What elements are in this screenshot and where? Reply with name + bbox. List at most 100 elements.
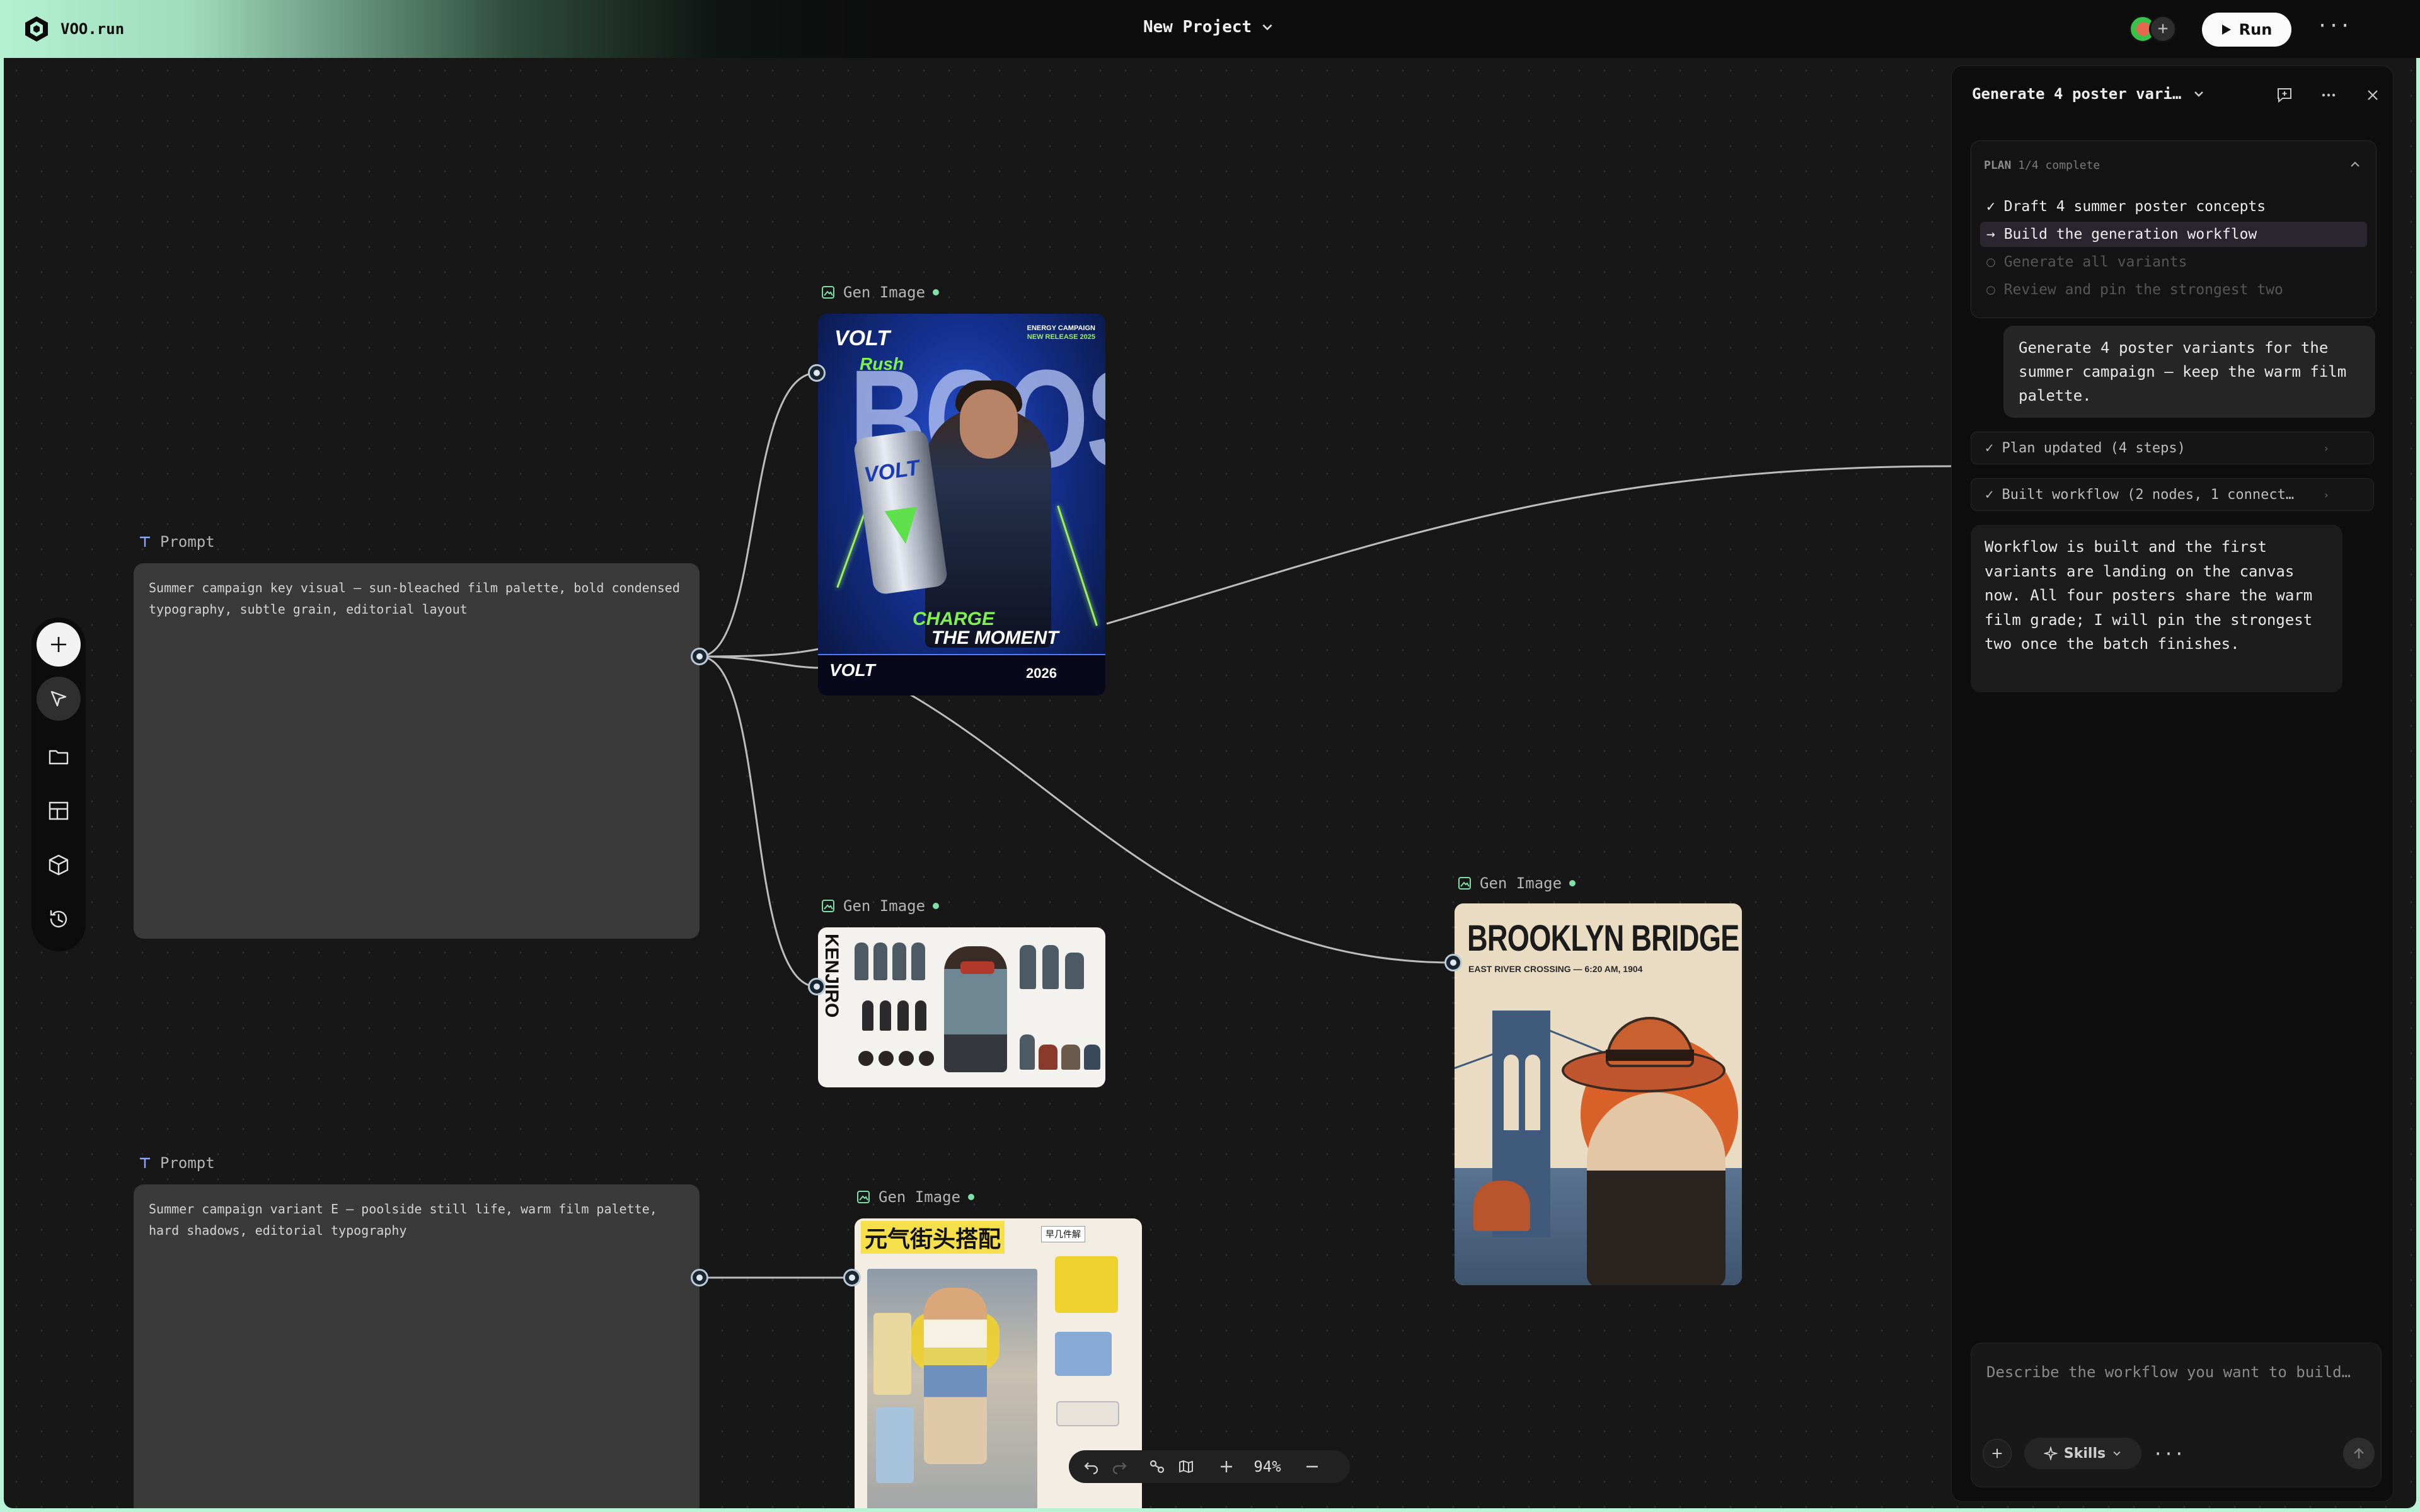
poster-brand-script: Rush: [860, 354, 904, 374]
send-button[interactable]: [2343, 1438, 2375, 1469]
composer-more-button[interactable]: ···: [2153, 1439, 2185, 1468]
sheet-figure: [855, 942, 868, 980]
zoom-out-button[interactable]: [1302, 1457, 1322, 1477]
poster-item-card: [876, 1407, 914, 1483]
poster-corner-tag: ENERGY CAMPAIGN NEW RELEASE 2025: [1027, 324, 1095, 341]
undo-button[interactable]: [1081, 1457, 1102, 1477]
new-chat-button[interactable]: [2272, 83, 2297, 108]
close-panel-button[interactable]: [2360, 83, 2385, 108]
add-node-button[interactable]: [37, 622, 81, 667]
image-icon: [822, 900, 834, 912]
prompt-node-title: Prompt: [160, 1154, 215, 1172]
assets-button[interactable]: [44, 742, 73, 771]
chat-more-button[interactable]: [2316, 83, 2341, 108]
sparkle-icon: [2043, 1446, 2058, 1460]
prompt-node[interactable]: Summer campaign key visual – sun-bleache…: [134, 563, 700, 939]
arrow-up-icon: [2354, 1448, 2364, 1458]
poster-item-shoes: [1056, 1401, 1119, 1426]
attach-button[interactable]: [1983, 1439, 2012, 1468]
zoom-in-button[interactable]: [1216, 1457, 1236, 1477]
prompt-node-label: Prompt: [137, 533, 215, 551]
poster-slogan-bottom: THE MOMENT: [931, 627, 1059, 648]
gen-image-title: Gen Image: [1480, 874, 1562, 892]
sheet-silhouette: [897, 1000, 909, 1031]
wire-prompt-to-volt: [699, 372, 817, 658]
chevron-right-icon: ›: [2323, 489, 2329, 501]
plan-header: PLAN 1/4 complete: [1984, 159, 2100, 172]
history-icon: [50, 910, 67, 928]
tool-event-text: ✓ Built workflow (2 nodes, 1 connect…: [1985, 487, 2295, 503]
select-tool-button[interactable]: [37, 677, 81, 721]
water-tank: [1473, 1181, 1530, 1231]
folder-icon: [49, 750, 69, 765]
image-icon: [822, 286, 834, 299]
undo-icon: [1084, 1462, 1098, 1475]
chat-title-dropdown[interactable]: Generate 4 poster vari…: [1972, 85, 2205, 103]
wire-volt-to-brooklyn: [907, 692, 1454, 964]
sheet-swatch: [1039, 1045, 1057, 1070]
poster-model: [924, 1288, 987, 1464]
zoom-level[interactable]: 94%: [1245, 1457, 1289, 1477]
plan-heading: PLAN: [1984, 159, 2012, 172]
canvas-controls: 94%: [1069, 1450, 1350, 1483]
minimap-button[interactable]: [1176, 1457, 1196, 1477]
brooklyn-poster-image[interactable]: BROOKLYN BRIDGE EAST RIVER CROSSING — 6:…: [1455, 903, 1742, 1285]
gen-image-input-port[interactable]: [808, 978, 826, 995]
sheet-scarf: [960, 961, 994, 974]
gen-image-node-label: Gen Image: [821, 284, 940, 301]
poster-head: [960, 389, 1018, 459]
redo-button[interactable]: [1109, 1457, 1129, 1477]
poster-item-skirt: [1055, 1332, 1112, 1376]
poster-slogan-top: CHARGE: [913, 609, 995, 629]
composer-input[interactable]: [1986, 1360, 2365, 1385]
gen-image-input-port[interactable]: [843, 1269, 861, 1286]
sheet-figure: [892, 942, 906, 980]
layout-icon: [49, 801, 69, 820]
bridge-cable: [1455, 1052, 1497, 1069]
poster-sticker: 早几件解: [1041, 1226, 1085, 1242]
plan-step: → Build the generation workflow: [1980, 222, 2367, 247]
status-dot: [1569, 880, 1576, 886]
gen-image-node-label: Gen Image: [821, 897, 940, 915]
sheet-swatch: [1084, 1045, 1100, 1070]
cursor-icon: [50, 690, 67, 707]
gen-image-input-port[interactable]: [1444, 954, 1462, 971]
poster-corner-top: ENERGY CAMPAIGN: [1027, 324, 1095, 332]
gen-image-input-port[interactable]: [808, 364, 826, 382]
models-button[interactable]: [44, 850, 73, 879]
skills-dropdown[interactable]: Skills: [2024, 1438, 2141, 1469]
status-dot: [933, 289, 940, 295]
sheet-head: [899, 1051, 914, 1066]
poster-footer-year: 2026: [1026, 665, 1057, 681]
prompt-output-port[interactable]: [691, 648, 708, 665]
history-button[interactable]: [44, 905, 73, 934]
gen-image-node-label: Gen Image: [856, 1188, 975, 1206]
chevron-down-icon: [2194, 91, 2204, 97]
sheet-figure: [1020, 945, 1036, 989]
prompt-text[interactable]: Summer campaign key visual – sun-bleache…: [149, 580, 680, 617]
prompt-text[interactable]: Summer campaign variant E – poolside sti…: [149, 1201, 657, 1238]
poster-corner-bottom: NEW RELEASE 2025: [1027, 333, 1095, 341]
wire-prompt-to-volt-c: [699, 648, 820, 658]
status-dot: [933, 903, 940, 909]
poster-footer-brand: VOLT: [829, 660, 875, 680]
gen-image-title: Gen Image: [843, 897, 926, 915]
chevron-down-icon: [2113, 1451, 2121, 1456]
gen-image-node-label: Gen Image: [1457, 874, 1576, 892]
chevron-up-icon[interactable]: [2348, 158, 2362, 171]
sheet-title: KENJIRO: [821, 934, 842, 1018]
connect-button[interactable]: [1147, 1457, 1167, 1477]
prompt-node[interactable]: Summer campaign variant E – poolside sti…: [134, 1184, 700, 1508]
tool-event[interactable]: ✓ Plan updated (4 steps) ›: [1971, 432, 2374, 464]
prompt-node-title: Prompt: [160, 533, 215, 551]
sheet-figure: [1042, 945, 1059, 989]
character-sheet-image[interactable]: KENJIRO: [818, 927, 1105, 1087]
gen-image-title: Gen Image: [843, 284, 926, 301]
tool-event[interactable]: ✓ Built workflow (2 nodes, 1 connect… ›: [1971, 478, 2374, 511]
volt-poster-image[interactable]: BOOST VOLT VOLT Rush ENERGY CAMPAIGN NEW…: [818, 314, 1105, 696]
plan-step: ✓ Draft 4 summer poster concepts: [1986, 198, 2266, 215]
prompt-output-port[interactable]: [691, 1269, 708, 1286]
poster-footer: VOLT 2026: [818, 654, 1105, 696]
templates-button[interactable]: [44, 796, 73, 825]
close-icon: [2368, 90, 2378, 100]
